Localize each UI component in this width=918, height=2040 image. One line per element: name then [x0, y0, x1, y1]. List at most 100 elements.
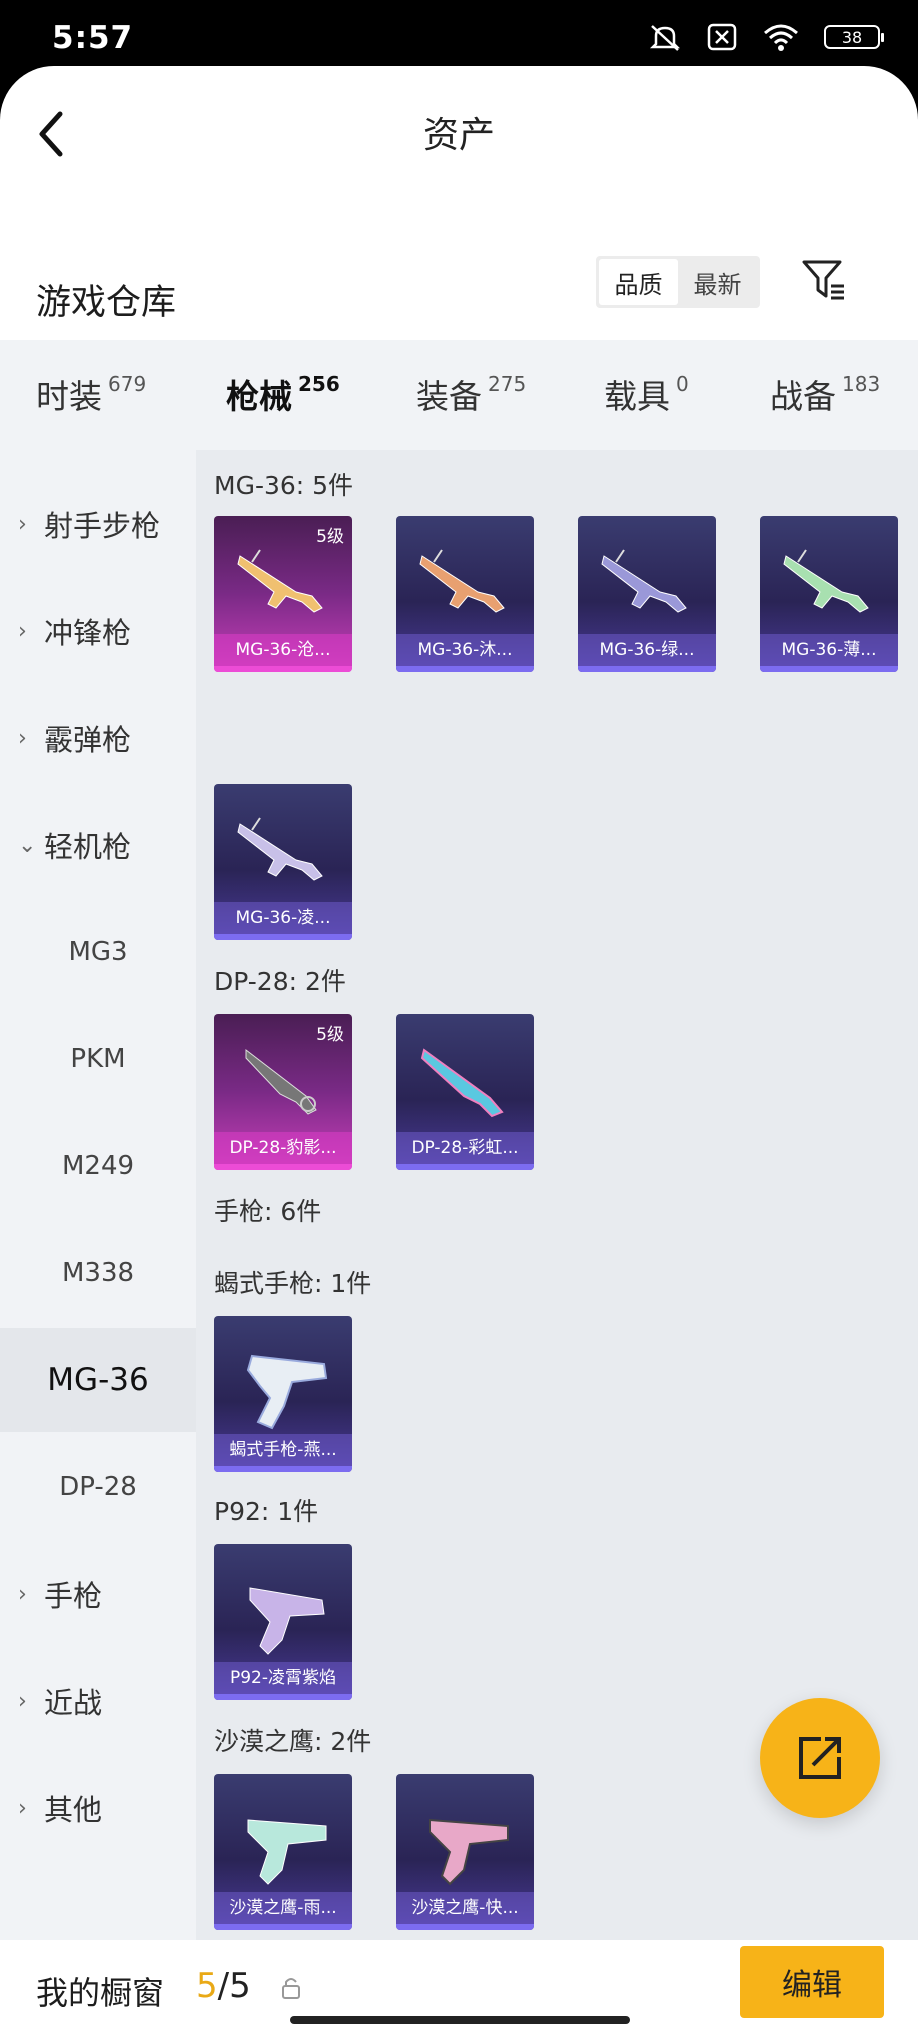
- tab-label: 战备: [770, 377, 836, 416]
- rarity-bar: [214, 934, 352, 940]
- tab-equipment[interactable]: 装备 275: [416, 370, 526, 418]
- status-icons: 38: [648, 22, 884, 52]
- mute-icon: [649, 25, 681, 51]
- tab-label: 装备: [416, 377, 482, 416]
- sidebar-item-label: 霰弹枪: [44, 723, 132, 757]
- rifle-icon: [237, 817, 323, 881]
- sidebar-item-dp28[interactable]: DP-28: [0, 1435, 196, 1539]
- screen: 5:57 38 资产 游戏仓库 品质 最新 时装 679 枪械 256 装备 275 …: [0, 0, 918, 2040]
- group-title: 沙漠之鹰: 2件: [214, 1727, 372, 1756]
- showcase-bar: 我的橱窗 5/5 编辑: [0, 1940, 918, 2040]
- chevron-right-icon: ›: [18, 1795, 27, 1821]
- item-name: MG-36-沧...: [214, 634, 352, 666]
- item-name: P92-凌霄紫焰: [214, 1662, 352, 1694]
- page-title: 资产: [422, 115, 495, 156]
- item-name: 蝎式手枪-燕...: [214, 1434, 352, 1466]
- status-time: 5:57: [52, 20, 134, 56]
- sidebar-item-shotgun[interactable]: › 霰弹枪: [0, 686, 196, 790]
- sidebar-item-m249[interactable]: M249: [0, 1114, 196, 1218]
- item-name: DP-28-彩虹...: [396, 1132, 534, 1164]
- tab-label: 枪械: [226, 377, 292, 416]
- showcase-sep: /: [217, 1966, 230, 2006]
- sidebar-item-smg[interactable]: › 冲锋枪: [0, 579, 196, 683]
- status-bar: 5:57 38: [0, 0, 918, 66]
- item-card[interactable]: 沙漠之鹰-雨...: [214, 1774, 352, 1930]
- sidebar-item-lmg[interactable]: ⌄ 轻机枪: [0, 793, 196, 897]
- showcase-total: 5: [229, 1966, 251, 2006]
- chevron-down-icon: ⌄: [18, 832, 37, 858]
- tab-supplies[interactable]: 战备 183: [770, 370, 880, 418]
- sidebar-item-m338[interactable]: M338: [0, 1221, 196, 1325]
- sidebar-item-mg3[interactable]: MG3: [0, 900, 196, 1004]
- rarity-bar: [760, 666, 898, 672]
- item-name: DP-28-豹影...: [214, 1132, 352, 1164]
- sidebar-item-label: 近战: [44, 1686, 103, 1720]
- group-title: P92: 1件: [214, 1497, 319, 1526]
- tab-count: 183: [842, 372, 881, 396]
- sidebar-item-label: 其他: [44, 1793, 103, 1827]
- item-name: MG-36-绿...: [578, 634, 716, 666]
- item-card[interactable]: P92-凌霄紫焰: [214, 1544, 352, 1700]
- tab-count: 0: [676, 372, 689, 396]
- tab-fashion[interactable]: 时装 679: [36, 370, 146, 418]
- item-card[interactable]: 沙漠之鹰-快...: [396, 1774, 534, 1930]
- nav-bar: 资产: [0, 66, 918, 196]
- share-button[interactable]: [760, 1698, 880, 1818]
- lock-icon: [282, 1978, 300, 1999]
- sidebar-item-pistol[interactable]: › 手枪: [0, 1542, 196, 1646]
- home-indicator: [290, 2016, 630, 2024]
- chevron-right-icon: ›: [18, 1688, 27, 1714]
- sort-toggle: 品质 最新: [596, 256, 760, 308]
- chevron-right-icon: ›: [18, 511, 27, 537]
- item-card[interactable]: 5级 MG-36-沧...: [214, 516, 352, 672]
- sidebar-item-mg36[interactable]: MG-36: [0, 1328, 196, 1432]
- sidebar-item-melee[interactable]: › 近战: [0, 1649, 196, 1753]
- tab-count: 679: [108, 372, 147, 396]
- tab-label: 载具: [604, 377, 670, 416]
- tab-firearms[interactable]: 枪械 256: [226, 370, 340, 418]
- item-name: 沙漠之鹰-快...: [396, 1892, 534, 1924]
- rarity-bar: [214, 1466, 352, 1472]
- share-icon: [799, 1737, 841, 1779]
- wifi-icon: [764, 24, 798, 51]
- filter-icon[interactable]: [800, 256, 848, 304]
- sidebar-item-other[interactable]: › 其他: [0, 1756, 196, 1860]
- item-card[interactable]: DP-28-彩虹...: [396, 1014, 534, 1170]
- sidebar-item-dmr[interactable]: › 射手步枪: [0, 472, 196, 576]
- chevron-right-icon: ›: [18, 618, 27, 644]
- item-name: MG-36-沐...: [396, 634, 534, 666]
- rarity-bar: [396, 1164, 534, 1170]
- tab-count: 275: [488, 372, 527, 396]
- pistol-icon: [249, 1587, 325, 1655]
- rifle-icon: [420, 1048, 504, 1118]
- item-card[interactable]: 5级 DP-28-豹影...: [214, 1014, 352, 1170]
- rifle-icon: [419, 549, 505, 613]
- group-title: MG-36: 5件: [214, 471, 354, 500]
- rifle-icon: [601, 549, 687, 613]
- sidebar-item-label: 冲锋枪: [44, 616, 132, 650]
- item-card[interactable]: MG-36-绿...: [578, 516, 716, 672]
- edit-button[interactable]: 编辑: [740, 1946, 884, 2018]
- sort-newest-button[interactable]: 最新: [678, 259, 757, 305]
- group-title: DP-28: 2件: [214, 967, 346, 996]
- sort-quality-button[interactable]: 品质: [599, 259, 678, 305]
- sidebar-item-pkm[interactable]: PKM: [0, 1007, 196, 1111]
- chevron-right-icon: ›: [18, 1581, 27, 1607]
- item-card[interactable]: MG-36-沐...: [396, 516, 534, 672]
- warehouse-header: 游戏仓库 品质 最新: [0, 256, 918, 346]
- pistol-icon: [429, 1818, 509, 1886]
- rifle-icon: [245, 1048, 317, 1115]
- rarity-bar: [396, 666, 534, 672]
- sidebar-item-label: 射手步枪: [44, 509, 161, 543]
- item-card[interactable]: MG-36-凌...: [214, 784, 352, 940]
- sidebar-item-label: 轻机枪: [44, 830, 132, 864]
- chevron-right-icon: ›: [18, 725, 27, 751]
- rarity-bar: [214, 666, 352, 672]
- tab-vehicles[interactable]: 载具 0: [604, 370, 689, 418]
- rarity-bar: [214, 1924, 352, 1930]
- tab-count: 256: [298, 372, 340, 396]
- item-card[interactable]: 蝎式手枪-燕...: [214, 1316, 352, 1472]
- item-card[interactable]: MG-36-薄...: [760, 516, 898, 672]
- rarity-bar: [214, 1164, 352, 1170]
- pistol-icon: [247, 1819, 327, 1885]
